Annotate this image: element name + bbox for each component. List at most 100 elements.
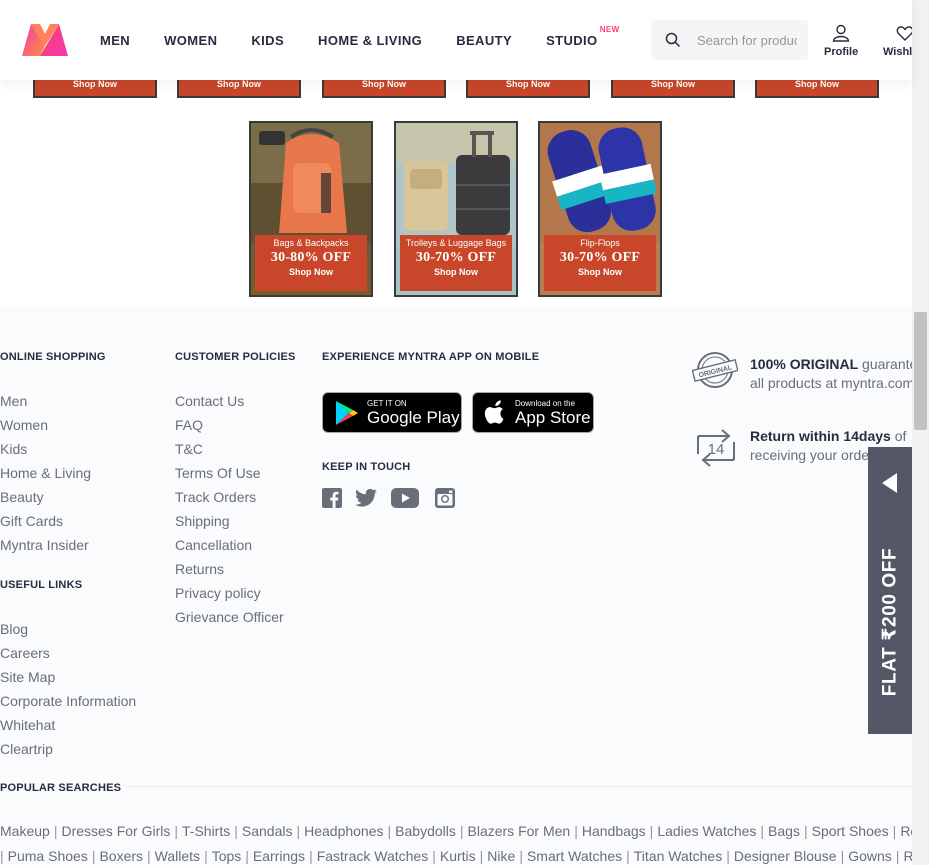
search-icon[interactable] [665,32,681,48]
profile-icon [832,24,850,42]
separator: | [309,848,313,864]
promise-original-bold: 100% ORIGINAL [750,356,859,372]
promo-cta[interactable]: Shop Now [544,267,656,277]
separator: | [245,848,249,864]
youtube-icon[interactable] [391,488,419,508]
separator: | [840,848,845,864]
popular-search-link[interactable]: Wallets [155,848,200,864]
scrollbar-thumb[interactable] [914,312,927,430]
popular-search-link[interactable]: Ladies Watches [657,823,756,839]
separator: | [892,823,897,839]
promo-cta[interactable]: Shop Now [400,267,512,277]
popular-divider [120,786,912,787]
profile-button[interactable]: Profile [824,24,858,58]
popular-search-link[interactable]: Bags [768,823,800,839]
footer-link-careers[interactable]: Careers [0,645,50,661]
promo-bags-backpacks[interactable]: Bags & Backpacks 30-80% OFF Shop Now [249,121,373,297]
separator: | [459,823,464,839]
promo-label: Trolleys & Luggage Bags 30-70% OFF Shop … [400,235,512,291]
promo-trolleys-luggage[interactable]: Trolleys & Luggage Bags 30-70% OFF Shop … [394,121,518,297]
popular-search-link[interactable]: Earrings [253,848,305,864]
facebook-icon[interactable] [322,488,342,508]
footer-link-kids[interactable]: Kids [0,441,27,457]
popular-search-link[interactable]: Dresses For Girls [61,823,170,839]
nav-studio[interactable]: STUDIO NEW [546,25,619,48]
popular-search-link[interactable]: Kurtis [440,848,476,864]
popular-search-link[interactable]: Blazers For Men [468,823,571,839]
popular-search-link[interactable]: Designer Blouse [734,848,837,864]
popular-search-link[interactable]: Babydolls [395,823,456,839]
footer-link-cleartrip[interactable]: Cleartrip [0,741,53,757]
popular-search-link[interactable]: Fastrack Watches [317,848,429,864]
footer-link-myntra-insider[interactable]: Myntra Insider [0,537,89,553]
footer-link-whitehat[interactable]: Whitehat [0,717,55,733]
popular-search-link[interactable]: Titan Watches [634,848,722,864]
footer-link-women[interactable]: Women [0,417,48,433]
backpack-image [251,123,371,243]
separator: | [726,848,730,864]
popular-search-link[interactable]: Rings [903,848,912,864]
popular-search-link[interactable]: Puma Shoes [8,848,88,864]
footer-link-grievance-officer[interactable]: Grievance Officer [175,609,284,625]
promo-flip-flops[interactable]: Flip-Flops 30-70% OFF Shop Now [538,121,662,297]
footer-link-home-living[interactable]: Home & Living [0,465,91,481]
popular-search-link[interactable]: Sport Shoes [812,823,889,839]
popular-search-link[interactable]: T-Shirts [182,823,230,839]
footer-link-tc[interactable]: T&C [175,441,203,457]
popular-search-link[interactable]: Smart Watches [527,848,622,864]
promo-cta[interactable]: Shop Now [255,267,367,277]
popular-search-link[interactable]: Boxers [99,848,143,864]
nav-men[interactable]: MEN [100,33,130,48]
footer-link-shipping[interactable]: Shipping [175,513,230,529]
google-play-button[interactable]: GET IT ON Google Play [322,392,462,433]
footer-link-terms-of-use[interactable]: Terms Of Use [175,465,261,481]
top-header: MEN WOMEN KIDS HOME & LIVING BEAUTY STUD… [0,0,912,80]
nav-beauty[interactable]: BEAUTY [456,33,512,48]
nav-home-living[interactable]: HOME & LIVING [318,33,422,48]
footer-link-privacy-policy[interactable]: Privacy policy [175,585,261,601]
footer-link-beauty[interactable]: Beauty [0,489,44,505]
popular-search-link[interactable]: Headphones [304,823,383,839]
popular-search-link[interactable]: Gowns [848,848,892,864]
instagram-icon[interactable] [435,488,455,508]
footer-link-cancellation[interactable]: Cancellation [175,537,252,553]
promise-original-line2: all products at myntra.com [750,375,914,391]
popular-search-link[interactable]: Sandals [242,823,293,839]
separator: | [0,848,4,864]
footer-link-gift-cards[interactable]: Gift Cards [0,513,63,529]
page-scrollbar[interactable] [912,0,929,865]
google-play-big: Google Play [367,407,460,427]
nav-women[interactable]: WOMEN [164,33,217,48]
app-store-button[interactable]: Download on the App Store [472,392,594,433]
popular-search-link[interactable]: Reebok Shoes [900,823,912,839]
online-shopping-title: ONLINE SHOPPING [0,351,106,363]
profile-label: Profile [824,46,859,58]
popular-search-link[interactable]: Handbags [582,823,646,839]
footer-link-faq[interactable]: FAQ [175,417,203,433]
footer-link-men[interactable]: Men [0,393,27,409]
main-nav: MEN WOMEN KIDS HOME & LIVING BEAUTY STUD… [100,0,632,80]
popular-search-link[interactable]: Tops [212,848,242,864]
promo-offer: 30-80% OFF [270,250,352,265]
footer-link-corporate-information[interactable]: Corporate Information [0,693,136,709]
popular-search-link[interactable]: Nike [487,848,515,864]
promo-title: Flip-Flops [580,238,620,248]
nav-kids[interactable]: KIDS [251,33,284,48]
footer-link-track-orders[interactable]: Track Orders [175,489,256,505]
keep-in-touch-title: KEEP IN TOUCH [322,461,411,473]
footer-link-contact-us[interactable]: Contact Us [175,393,244,409]
wishlist-button[interactable]: Wishlist [883,24,912,58]
footer-link-blog[interactable]: Blog [0,621,28,637]
myntra-logo[interactable] [20,22,70,58]
separator: | [204,848,208,864]
twitter-icon[interactable] [355,488,377,508]
popular-search-link[interactable]: Makeup [0,823,50,839]
footer-link-returns[interactable]: Returns [175,561,224,577]
flat-offer-tab[interactable]: FLAT ₹200 OFF [868,447,912,734]
search-input[interactable] [697,32,797,48]
footer-link-site-map[interactable]: Site Map [0,669,55,685]
separator: | [574,823,578,839]
separator: | [895,848,900,864]
app-title: EXPERIENCE MYNTRA APP ON MOBILE [322,351,540,363]
collapse-arrow-icon[interactable] [882,473,897,493]
